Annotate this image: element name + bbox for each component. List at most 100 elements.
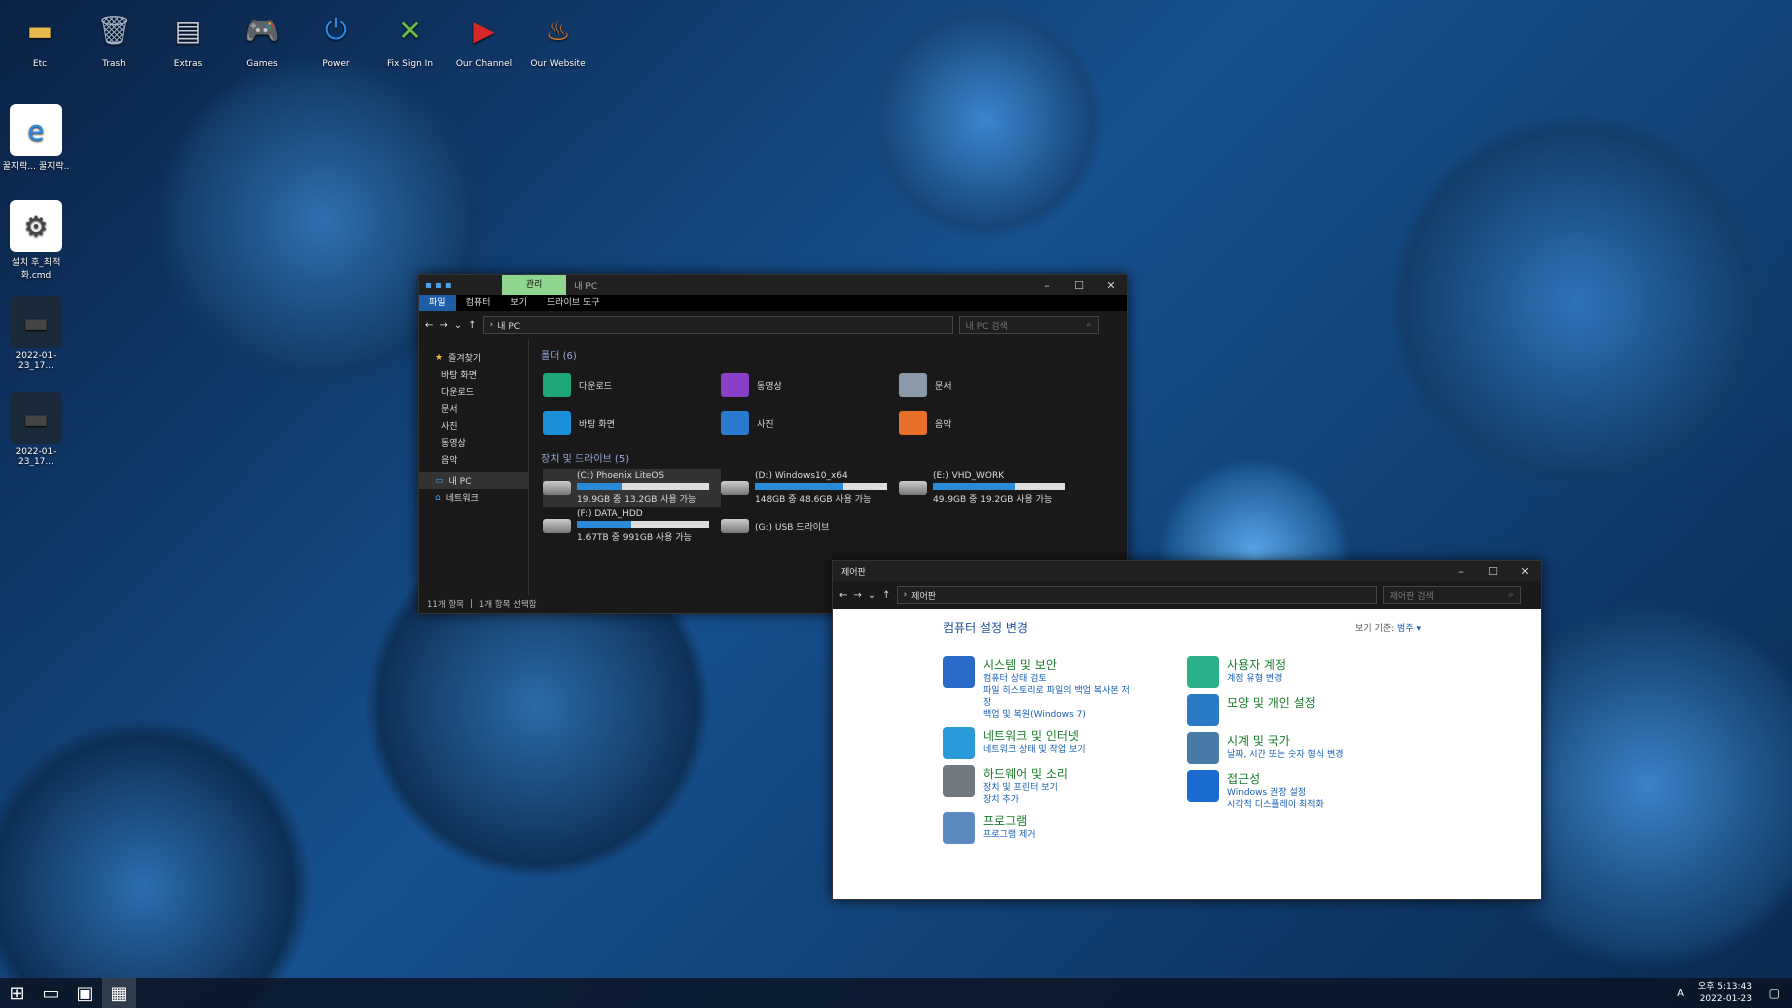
category-title[interactable]: 접근성 (1227, 770, 1324, 787)
forward-icon[interactable]: → (439, 320, 447, 331)
taskbar-explorer[interactable]: ▭ (34, 978, 68, 1008)
drive-item[interactable]: (D:) Windows10_x64 148GB 중 48.6GB 사용 가능 (721, 469, 899, 507)
desktop-icon[interactable]: ▬ Etc (4, 4, 76, 70)
category-title[interactable]: 사용자 계정 (1227, 656, 1286, 673)
cp-titlebar[interactable]: 제어판 – ☐ ✕ (833, 561, 1541, 581)
drive-item[interactable]: (E:) VHD_WORK 49.9GB 중 19.2GB 사용 가능 (899, 469, 1077, 507)
forward-icon[interactable]: → (853, 590, 861, 601)
nav-network[interactable]: ⌂ 네트워크 (419, 489, 528, 506)
minimize-icon[interactable]: – (1031, 275, 1063, 295)
category-title[interactable]: 시스템 및 보안 (983, 656, 1137, 673)
category-title[interactable]: 네트워크 및 인터넷 (983, 727, 1086, 744)
desktop-icon[interactable]: ▤ Extras (152, 4, 224, 70)
category-title[interactable]: 시계 및 국가 (1227, 732, 1344, 749)
back-icon[interactable]: ← (425, 320, 433, 331)
category-title[interactable]: 하드웨어 및 소리 (983, 765, 1068, 782)
category-link[interactable]: 백업 및 복원(Windows 7) (983, 709, 1137, 721)
tab-file[interactable]: 파일 (419, 295, 456, 311)
back-icon[interactable]: ← (839, 590, 847, 601)
category-link[interactable]: 계정 유형 변경 (1227, 673, 1286, 685)
desktop-icon[interactable]: ⏻ Power (300, 4, 372, 69)
drives-header[interactable]: 장치 및 드라이브 (5) (533, 442, 1127, 469)
drive-item[interactable]: (G:) USB 드라이브 (721, 507, 899, 545)
view-by-dropdown[interactable]: 범주 ▾ (1397, 624, 1421, 634)
minimize-icon[interactable]: – (1445, 561, 1477, 581)
maximize-icon[interactable]: ☐ (1063, 275, 1095, 295)
cp-category[interactable]: 모양 및 개인 설정 (1187, 694, 1387, 726)
drive-item[interactable]: (F:) DATA_HDD 1.67TB 중 991GB 사용 가능 (543, 507, 721, 545)
cp-category[interactable]: 네트워크 및 인터넷 네트워크 상태 및 작업 보기 (943, 727, 1137, 759)
youtube-icon: ▶ (473, 13, 495, 47)
cp-search-input[interactable]: 제어판 검색 ⌕ (1382, 586, 1521, 604)
search-input[interactable]: 내 PC 검색 ⌕ (958, 316, 1099, 334)
category-link[interactable]: 날짜, 시간 또는 숫자 형식 변경 (1227, 749, 1344, 761)
category-link[interactable]: 컴퓨터 상태 검토 (983, 673, 1137, 685)
folder-item[interactable]: 동영상 (721, 366, 899, 404)
cp-category[interactable]: 하드웨어 및 소리 장치 및 프린터 보기 장치 추가 (943, 765, 1137, 806)
nav-item-pictures[interactable]: 사진 (419, 417, 528, 434)
category-link[interactable]: 프로그램 제거 (983, 829, 1036, 841)
tab-computer[interactable]: 컴퓨터 (456, 295, 501, 311)
category-title[interactable]: 모양 및 개인 설정 (1227, 694, 1316, 711)
cp-category[interactable]: 시스템 및 보안 컴퓨터 상태 검토 파일 히스토리로 파일의 백업 복사본 저장 백… (943, 656, 1137, 721)
category-link[interactable]: 장치 추가 (983, 794, 1068, 806)
explorer-titlebar[interactable]: ▪ ▪ ▪ 관리 내 PC – ☐ ✕ (419, 275, 1127, 295)
view-by[interactable]: 보기 기준: 범주 ▾ (1355, 621, 1421, 634)
desktop-icon[interactable]: 🎮 Games (226, 4, 298, 70)
nav-this-pc[interactable]: ▭ 내 PC (419, 472, 528, 489)
cp-category[interactable]: 시계 및 국가 날짜, 시간 또는 숫자 형식 변경 (1187, 732, 1387, 764)
folder-item[interactable]: 다운로드 (543, 366, 721, 404)
desktop-icon[interactable]: e 꿀지락... 꿀지락.. (0, 104, 72, 172)
drive-item[interactable]: (C:) Phoenix LiteOS 19.9GB 중 13.2GB 사용 가능 (543, 469, 721, 507)
cp-address-bar[interactable]: › 제어판 (896, 586, 1377, 604)
start-button[interactable]: ⊞ (0, 978, 34, 1008)
nav-item-videos[interactable]: 동영상 (419, 434, 528, 451)
folder-item[interactable]: 바탕 화면 (543, 404, 721, 442)
desktop-icon[interactable]: 🗑 Trash (78, 4, 150, 70)
tab-drive-tools[interactable]: 드라이브 도구 (537, 295, 610, 311)
drive-info: (F:) DATA_HDD 1.67TB 중 991GB 사용 가능 (577, 509, 709, 543)
quick-access-icon[interactable]: ▪ ▪ ▪ (425, 280, 452, 291)
category-link[interactable]: 장치 및 프린터 보기 (983, 782, 1068, 794)
chevron-down-icon[interactable]: ⌄ (454, 320, 462, 331)
category-link[interactable]: Windows 권장 설정 (1227, 787, 1324, 799)
nav-item-downloads[interactable]: 다운로드 (419, 383, 528, 400)
notification-icon[interactable]: ▢ (1769, 986, 1780, 1000)
desktop-icon[interactable]: ♨ Our Website (522, 4, 594, 70)
drive-usage-fill (933, 483, 1015, 490)
control-panel-window[interactable]: 제어판 – ☐ ✕ ← → ⌄ ↑ › 제어판 제어판 검색 ⌕ 컴퓨터 설정 변경 보기 … (832, 560, 1542, 900)
close-icon[interactable]: ✕ (1509, 561, 1541, 581)
tab-view[interactable]: 보기 (500, 295, 537, 311)
desktop-icon[interactable]: ▬ 2022-01-23_17... (0, 296, 72, 371)
clock[interactable]: 오후 5:13:43 2022-01-23 (1698, 981, 1752, 1005)
nav-item-music[interactable]: 음악 (419, 451, 528, 468)
up-icon[interactable]: ↑ (468, 320, 476, 331)
desktop-icon[interactable]: ▶ Our Channel (448, 4, 520, 70)
up-icon[interactable]: ↑ (882, 590, 890, 601)
taskbar-control-panel[interactable]: ▦ (102, 978, 136, 1008)
maximize-icon[interactable]: ☐ (1477, 561, 1509, 581)
folder-item[interactable]: 문서 (899, 366, 1077, 404)
desktop-icon[interactable]: ▬ 2022-01-23_17... (0, 392, 72, 467)
nav-item-desktop[interactable]: 바탕 화면 (419, 366, 528, 383)
language-indicator[interactable]: A (1677, 988, 1684, 999)
nav-quick-access[interactable]: ★ 즐겨찾기 (419, 349, 528, 366)
desktop-icon[interactable]: ⚙ 설치 후_최적화.cmd (0, 200, 72, 281)
folder-item[interactable]: 사진 (721, 404, 899, 442)
desktop-icon[interactable]: ✕ Fix Sign In (374, 4, 446, 70)
category-link[interactable]: 시각적 디스플레이 최적화 (1227, 799, 1324, 811)
chevron-down-icon[interactable]: ⌄ (868, 590, 876, 601)
cp-category[interactable]: 접근성 Windows 권장 설정 시각적 디스플레이 최적화 (1187, 770, 1387, 811)
cp-category[interactable]: 사용자 계정 계정 유형 변경 (1187, 656, 1387, 688)
taskbar-store[interactable]: ▣ (68, 978, 102, 1008)
close-icon[interactable]: ✕ (1095, 275, 1127, 295)
category-title[interactable]: 프로그램 (983, 812, 1036, 829)
category-link[interactable]: 파일 히스토리로 파일의 백업 복사본 저장 (983, 685, 1137, 709)
category-link[interactable]: 네트워크 상태 및 작업 보기 (983, 744, 1086, 756)
nav-item-documents[interactable]: 문서 (419, 400, 528, 417)
address-bar[interactable]: › 내 PC (482, 316, 953, 334)
folder-item[interactable]: 음악 (899, 404, 1077, 442)
cp-category[interactable]: 프로그램 프로그램 제거 (943, 812, 1137, 844)
manage-tab[interactable]: 관리 (501, 275, 567, 295)
folders-header[interactable]: 폴더 (6) (533, 339, 1127, 366)
